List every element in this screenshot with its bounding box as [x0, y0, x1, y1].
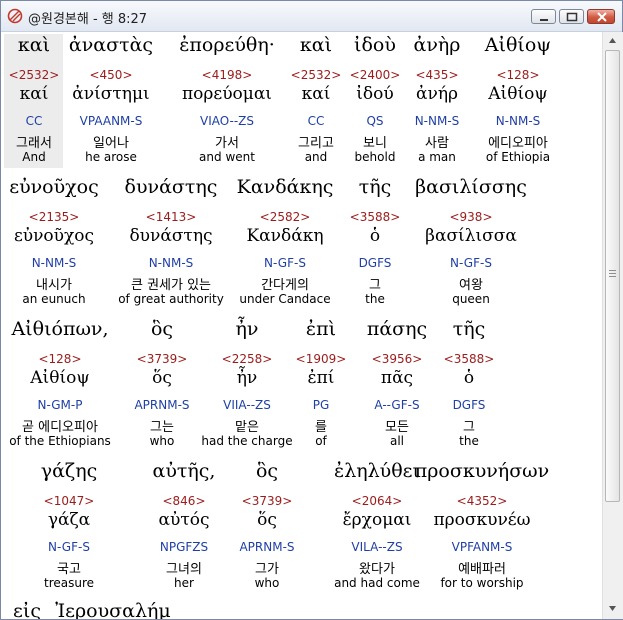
- lemma[interactable]: Αἰθίοψ: [418, 84, 602, 104]
- close-icon: [597, 12, 607, 22]
- english-gloss[interactable]: the: [369, 434, 569, 448]
- strong-number[interactable]: <938>: [371, 210, 571, 224]
- vertical-scrollbar[interactable]: [602, 32, 623, 619]
- maximize-icon: [566, 12, 578, 22]
- interlinear-content: καὶ <2532> καί CC 그래서 And ἀναστὰς <450> ἀνίστημι…: [1, 32, 602, 619]
- scrollbar-thumb[interactable]: [605, 50, 620, 502]
- strong-number[interactable]: <128>: [418, 68, 602, 82]
- english-gloss[interactable]: for to worship: [382, 576, 582, 590]
- korean-gloss[interactable]: 예배파러: [382, 558, 582, 577]
- minimize-button[interactable]: [531, 9, 556, 24]
- scrollbar-grip: [609, 273, 616, 274]
- korean-gloss[interactable]: 그: [369, 416, 569, 435]
- lemma[interactable]: προσκυνέω: [382, 510, 582, 530]
- scroll-down-arrow-icon[interactable]: [605, 601, 620, 616]
- title-bar[interactable]: @원경본해 - 행 8:27: [1, 1, 622, 32]
- greek-word[interactable]: προσκυνήσων: [382, 460, 582, 482]
- greek-word[interactable]: τῆς: [369, 318, 569, 340]
- app-logo-icon: [7, 8, 23, 24]
- strong-number[interactable]: <3588>: [369, 352, 569, 366]
- scroll-up-arrow-icon[interactable]: [605, 33, 620, 48]
- strong-number[interactable]: <4352>: [382, 494, 582, 508]
- maximize-button[interactable]: [559, 9, 584, 24]
- close-button[interactable]: [587, 9, 615, 24]
- morphology-code[interactable]: VPFANM-S: [382, 540, 582, 554]
- interlinear-window: @원경본해 - 행 8:27 καὶ <2532> καί CC 그래서 And ἀναστ…: [0, 0, 623, 620]
- greek-word[interactable]: Αἰθίοψ: [418, 34, 602, 56]
- scrollbar-grip: [609, 276, 616, 277]
- morphology-code[interactable]: N-NM-S: [418, 114, 602, 128]
- scrollbar-grip: [609, 270, 616, 271]
- greek-word[interactable]: Ἰερουσαλήμ: [13, 600, 213, 619]
- english-gloss[interactable]: queen: [371, 292, 571, 306]
- lemma[interactable]: βασίλισσα: [371, 226, 571, 246]
- english-gloss[interactable]: of Ethiopia: [418, 150, 602, 164]
- window-title: @원경본해 - 행 8:27: [28, 12, 148, 27]
- minimize-icon: [540, 19, 548, 21]
- morphology-code[interactable]: N-GF-S: [371, 256, 571, 270]
- morphology-code[interactable]: DGFS: [369, 398, 569, 412]
- lemma[interactable]: ὁ: [369, 368, 569, 388]
- korean-gloss[interactable]: 여왕: [371, 274, 571, 293]
- greek-word[interactable]: βασιλίσσης: [371, 176, 571, 198]
- korean-gloss[interactable]: 에디오피아: [418, 132, 602, 151]
